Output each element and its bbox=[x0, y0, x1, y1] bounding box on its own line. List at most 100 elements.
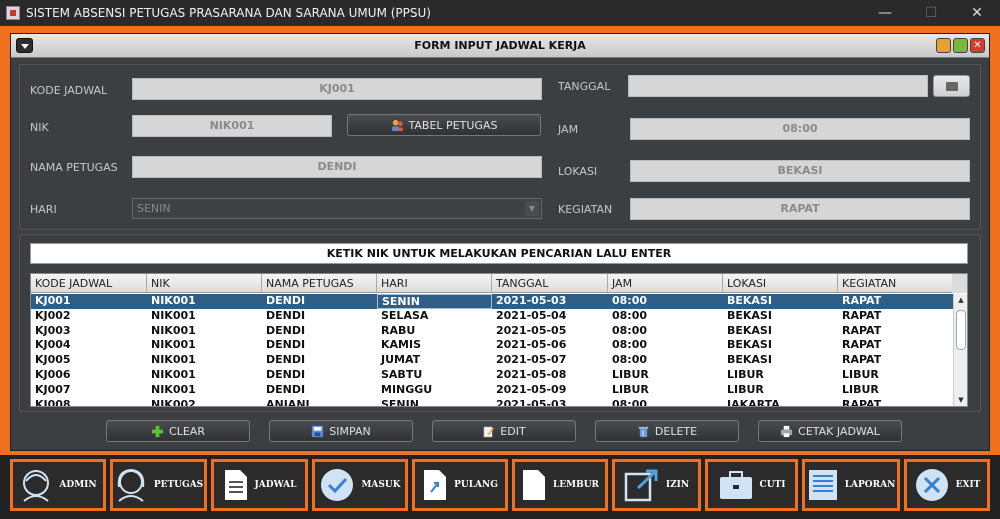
table-cell[interactable]: NIK001 bbox=[147, 353, 262, 368]
nav-jadwal-button[interactable]: JADWAL bbox=[211, 459, 308, 511]
table-cell[interactable]: 08:00 bbox=[608, 338, 723, 353]
tanggal-field[interactable] bbox=[628, 75, 928, 97]
nav-cuti-button[interactable]: CUTI bbox=[705, 459, 798, 511]
table-cell[interactable]: KJ002 bbox=[31, 309, 147, 324]
table-cell[interactable]: DENDI bbox=[262, 383, 377, 398]
table-cell[interactable]: RAPAT bbox=[838, 294, 953, 309]
table-cell[interactable]: 2021-05-08 bbox=[492, 368, 608, 383]
table-cell[interactable]: BEKASI bbox=[723, 324, 838, 339]
column-header[interactable]: JAM bbox=[608, 274, 723, 292]
lokasi-field[interactable]: BEKASI bbox=[630, 160, 970, 182]
minimize-button[interactable]: — bbox=[862, 0, 908, 26]
table-row[interactable]: KJ002 NIK001 DENDI SELASA 2021-05-04 08:00 BEK… bbox=[31, 309, 953, 324]
table-cell[interactable]: 2021-05-09 bbox=[492, 383, 608, 398]
maximize-button[interactable]: ☐ bbox=[908, 0, 954, 26]
table-cell[interactable]: JAKARTA bbox=[723, 398, 838, 406]
table-cell[interactable]: RABU bbox=[377, 324, 492, 339]
table-row[interactable]: KJ001 NIK001 DENDI SENIN 2021-05-03 08:00 BEKA… bbox=[31, 294, 953, 309]
table-row[interactable]: KJ008 NIK002 ANJANI SENIN 2021-05-03 08:00 JAK… bbox=[31, 398, 953, 406]
frame-close-button[interactable]: ✕ bbox=[970, 38, 985, 53]
table-cell[interactable]: 2021-05-03 bbox=[492, 294, 608, 309]
table-cell[interactable]: KJ004 bbox=[31, 338, 147, 353]
table-cell[interactable]: JUMAT bbox=[377, 353, 492, 368]
table-cell[interactable]: LIBUR bbox=[608, 368, 723, 383]
table-cell[interactable]: DENDI bbox=[262, 294, 377, 309]
nav-masuk-button[interactable]: MASUK bbox=[312, 459, 408, 511]
calendar-button[interactable] bbox=[933, 75, 970, 97]
simpan-button[interactable]: SIMPAN bbox=[269, 420, 413, 442]
table-cell[interactable]: SENIN bbox=[377, 294, 492, 309]
close-button[interactable]: ✕ bbox=[954, 0, 1000, 26]
table-cell[interactable]: LIBUR bbox=[608, 383, 723, 398]
table-cell[interactable]: KJ007 bbox=[31, 383, 147, 398]
kode-jadwal-field[interactable]: KJ001 bbox=[132, 78, 542, 100]
table-cell[interactable]: LIBUR bbox=[838, 368, 953, 383]
table-cell[interactable]: 2021-05-04 bbox=[492, 309, 608, 324]
table-cell[interactable]: NIK001 bbox=[147, 324, 262, 339]
column-header[interactable]: HARI bbox=[377, 274, 492, 292]
table-cell[interactable]: ANJANI bbox=[262, 398, 377, 406]
table-cell[interactable]: 08:00 bbox=[608, 324, 723, 339]
table-cell[interactable]: DENDI bbox=[262, 338, 377, 353]
table-cell[interactable]: BEKASI bbox=[723, 309, 838, 324]
table-cell[interactable]: KJ006 bbox=[31, 368, 147, 383]
table-cell[interactable]: NIK001 bbox=[147, 383, 262, 398]
table-cell[interactable]: NIK001 bbox=[147, 338, 262, 353]
table-cell[interactable]: KJ005 bbox=[31, 353, 147, 368]
table-cell[interactable]: BEKASI bbox=[723, 294, 838, 309]
table-cell[interactable]: BEKASI bbox=[723, 353, 838, 368]
table-cell[interactable]: 2021-05-06 bbox=[492, 338, 608, 353]
frame-menu-icon[interactable] bbox=[16, 38, 33, 53]
nav-petugas-button[interactable]: PETUGAS bbox=[110, 459, 207, 511]
delete-button[interactable]: DELETE bbox=[595, 420, 739, 442]
table-row[interactable]: KJ004 NIK001 DENDI KAMIS 2021-05-06 08:00 BEKA… bbox=[31, 338, 953, 353]
scroll-up-icon[interactable]: ▲ bbox=[954, 294, 967, 306]
column-header[interactable]: NIK bbox=[147, 274, 262, 292]
table-cell[interactable]: 2021-05-03 bbox=[492, 398, 608, 406]
nik-field[interactable]: NIK001 bbox=[132, 115, 332, 137]
table-cell[interactable]: 08:00 bbox=[608, 398, 723, 406]
column-header[interactable]: TANGGAL bbox=[492, 274, 608, 292]
table-cell[interactable]: LIBUR bbox=[723, 368, 838, 383]
nav-laporan-button[interactable]: LAPORAN bbox=[802, 459, 900, 511]
table-cell[interactable]: KJ001 bbox=[31, 294, 147, 309]
frame-maximize-button[interactable] bbox=[953, 38, 968, 53]
vertical-scrollbar[interactable]: ▲ ▼ bbox=[953, 294, 967, 406]
jam-field[interactable]: 08:00 bbox=[630, 118, 970, 140]
table-cell[interactable]: SELASA bbox=[377, 309, 492, 324]
nav-lembur-button[interactable]: LEMBUR bbox=[512, 459, 608, 511]
table-cell[interactable]: BEKASI bbox=[723, 338, 838, 353]
edit-button[interactable]: EDIT bbox=[432, 420, 576, 442]
table-cell[interactable]: DENDI bbox=[262, 309, 377, 324]
clear-button[interactable]: CLEAR bbox=[106, 420, 250, 442]
table-cell[interactable]: 2021-05-07 bbox=[492, 353, 608, 368]
column-header[interactable]: KEGIATAN bbox=[838, 274, 953, 292]
table-cell[interactable]: RAPAT bbox=[838, 324, 953, 339]
table-cell[interactable]: SABTU bbox=[377, 368, 492, 383]
table-row[interactable]: KJ007 NIK001 DENDI MINGGU 2021-05-09 LIBUR LIB… bbox=[31, 383, 953, 398]
table-cell[interactable]: RAPAT bbox=[838, 309, 953, 324]
scroll-down-icon[interactable]: ▼ bbox=[954, 394, 967, 406]
nav-izin-button[interactable]: IZIN bbox=[612, 459, 701, 511]
table-cell[interactable]: NIK002 bbox=[147, 398, 262, 406]
nama-petugas-field[interactable]: DENDI bbox=[132, 156, 542, 178]
table-cell[interactable]: DENDI bbox=[262, 324, 377, 339]
table-row[interactable]: KJ005 NIK001 DENDI JUMAT 2021-05-07 08:00 BEKA… bbox=[31, 353, 953, 368]
tabel-petugas-button[interactable]: TABEL PETUGAS bbox=[347, 114, 541, 136]
scroll-thumb[interactable] bbox=[956, 310, 966, 350]
table-cell[interactable]: NIK001 bbox=[147, 309, 262, 324]
table-cell[interactable]: MINGGU bbox=[377, 383, 492, 398]
table-cell[interactable]: RAPAT bbox=[838, 398, 953, 406]
table-cell[interactable]: KJ003 bbox=[31, 324, 147, 339]
table-cell[interactable]: LIBUR bbox=[723, 383, 838, 398]
table-body[interactable]: KJ001 NIK001 DENDI SENIN 2021-05-03 08:00 BEKA… bbox=[31, 294, 953, 406]
table-row[interactable]: KJ003 NIK001 DENDI RABU 2021-05-05 08:00 BEKAS… bbox=[31, 324, 953, 339]
chevron-down-icon[interactable]: ▼ bbox=[525, 201, 539, 216]
table-cell[interactable]: RAPAT bbox=[838, 353, 953, 368]
table-cell[interactable]: 2021-05-05 bbox=[492, 324, 608, 339]
table-cell[interactable]: 08:00 bbox=[608, 294, 723, 309]
table-cell[interactable]: SENIN bbox=[377, 398, 492, 406]
table-cell[interactable]: 08:00 bbox=[608, 353, 723, 368]
kegiatan-field[interactable]: RAPAT bbox=[630, 198, 970, 220]
hari-combobox[interactable]: SENIN ▼ bbox=[132, 198, 542, 219]
